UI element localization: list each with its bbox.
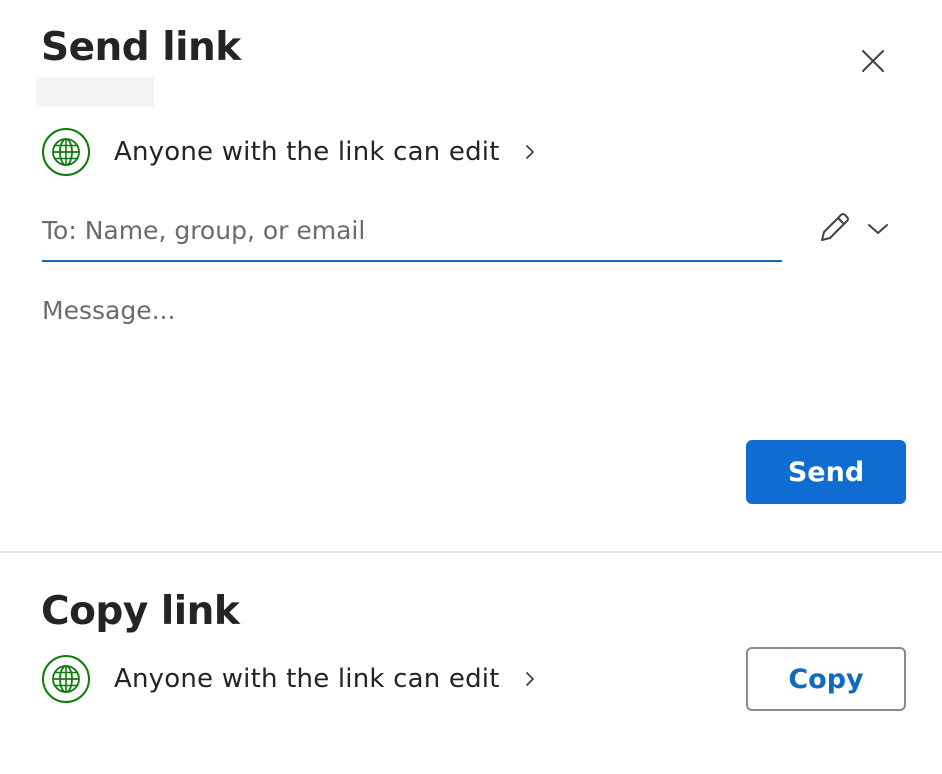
chevron-down-icon — [867, 221, 889, 240]
file-name-placeholder — [36, 77, 154, 107]
copy-link-permission-label: Anyone with the link can edit — [114, 664, 500, 694]
globe-icon — [42, 655, 90, 703]
pencil-icon — [816, 210, 852, 250]
close-icon — [861, 49, 885, 77]
copy-link-permission-setting[interactable]: Anyone with the link can edit — [42, 655, 536, 703]
dialog-title: Send link — [41, 25, 241, 70]
message-input[interactable] — [42, 296, 902, 416]
copy-link-title: Copy link — [41, 589, 240, 634]
recipient-input[interactable] — [42, 200, 782, 262]
permission-dropdown-button[interactable] — [862, 214, 894, 246]
copy-button[interactable]: Copy — [746, 647, 906, 711]
edit-permission-button[interactable] — [812, 208, 856, 252]
send-link-permission-setting[interactable]: Anyone with the link can edit — [42, 128, 536, 176]
send-button[interactable]: Send — [746, 440, 906, 504]
close-button[interactable] — [854, 44, 892, 82]
globe-icon — [42, 128, 90, 176]
section-divider — [0, 551, 942, 553]
send-link-permission-label: Anyone with the link can edit — [114, 137, 500, 167]
chevron-right-icon — [524, 670, 536, 688]
chevron-right-icon — [524, 143, 536, 161]
share-dialog: Send link Anyone with the link can edit — [0, 0, 942, 774]
